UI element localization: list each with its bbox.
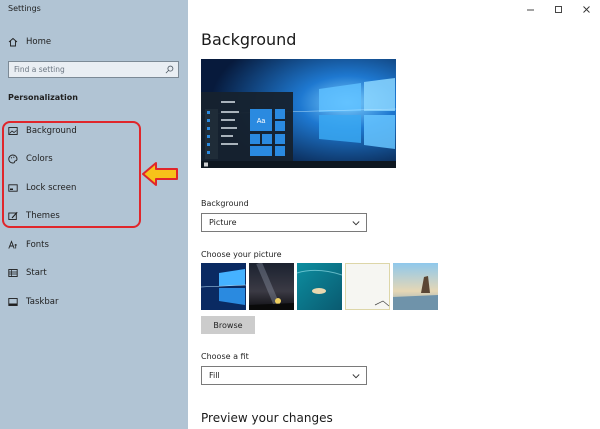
fit-label: Choose a fit [201,352,249,361]
picture-thumbnails [201,263,438,310]
page-title: Background [201,30,297,49]
sidebar-item-fonts[interactable]: Fonts [0,234,188,256]
sidebar-item-home[interactable]: Home [0,31,188,53]
picture-thumbnail-windows[interactable] [201,263,246,310]
sidebar-item-label: Taskbar [26,297,59,307]
sidebar-item-label: Start [26,268,47,278]
section-label: Personalization [8,93,78,102]
close-button[interactable] [572,2,600,16]
background-dropdown-value: Picture [209,218,237,227]
fonts-icon [8,240,17,249]
fit-dropdown[interactable]: Fill [201,366,367,385]
callout-arrow-icon [142,162,178,186]
preview-heading: Preview your changes [201,411,333,425]
close-icon [582,5,590,13]
chevron-down-icon [352,221,360,226]
window-controls [516,2,600,16]
sidebar-item-label: Fonts [26,240,49,250]
maximize-icon [554,5,562,13]
search-placeholder: Find a setting [14,65,65,74]
search-input[interactable]: Find a setting [8,61,179,78]
taskbar-icon [8,298,18,306]
browse-button[interactable]: Browse [201,316,255,334]
preview-tile-text: Aa [257,118,266,125]
fit-dropdown-value: Fill [209,371,220,380]
background-dropdown[interactable]: Picture [201,213,367,232]
sidebar: Settings Home Find a setting Personaliza… [0,0,188,429]
picture-thumbnail-beach[interactable] [393,263,438,310]
picture-thumbnail-night-sky[interactable] [249,263,294,310]
home-label: Home [26,37,52,47]
home-icon [8,37,18,47]
background-label: Background [201,199,249,208]
search-icon [165,65,174,74]
choose-picture-label: Choose your picture [201,250,282,259]
sidebar-item-start[interactable]: Start [0,262,188,284]
highlight-box [2,121,141,228]
start-icon [8,269,18,277]
picture-thumbnail-white[interactable] [345,263,390,310]
picture-thumbnail-underwater[interactable] [297,263,342,310]
desktop-preview: Aa [201,59,396,168]
minimize-icon [526,9,534,10]
chevron-down-icon [352,374,360,379]
sidebar-item-taskbar[interactable]: Taskbar [0,291,188,313]
window-title: Settings [8,4,41,13]
maximize-button[interactable] [544,2,572,16]
minimize-button[interactable] [516,2,544,16]
